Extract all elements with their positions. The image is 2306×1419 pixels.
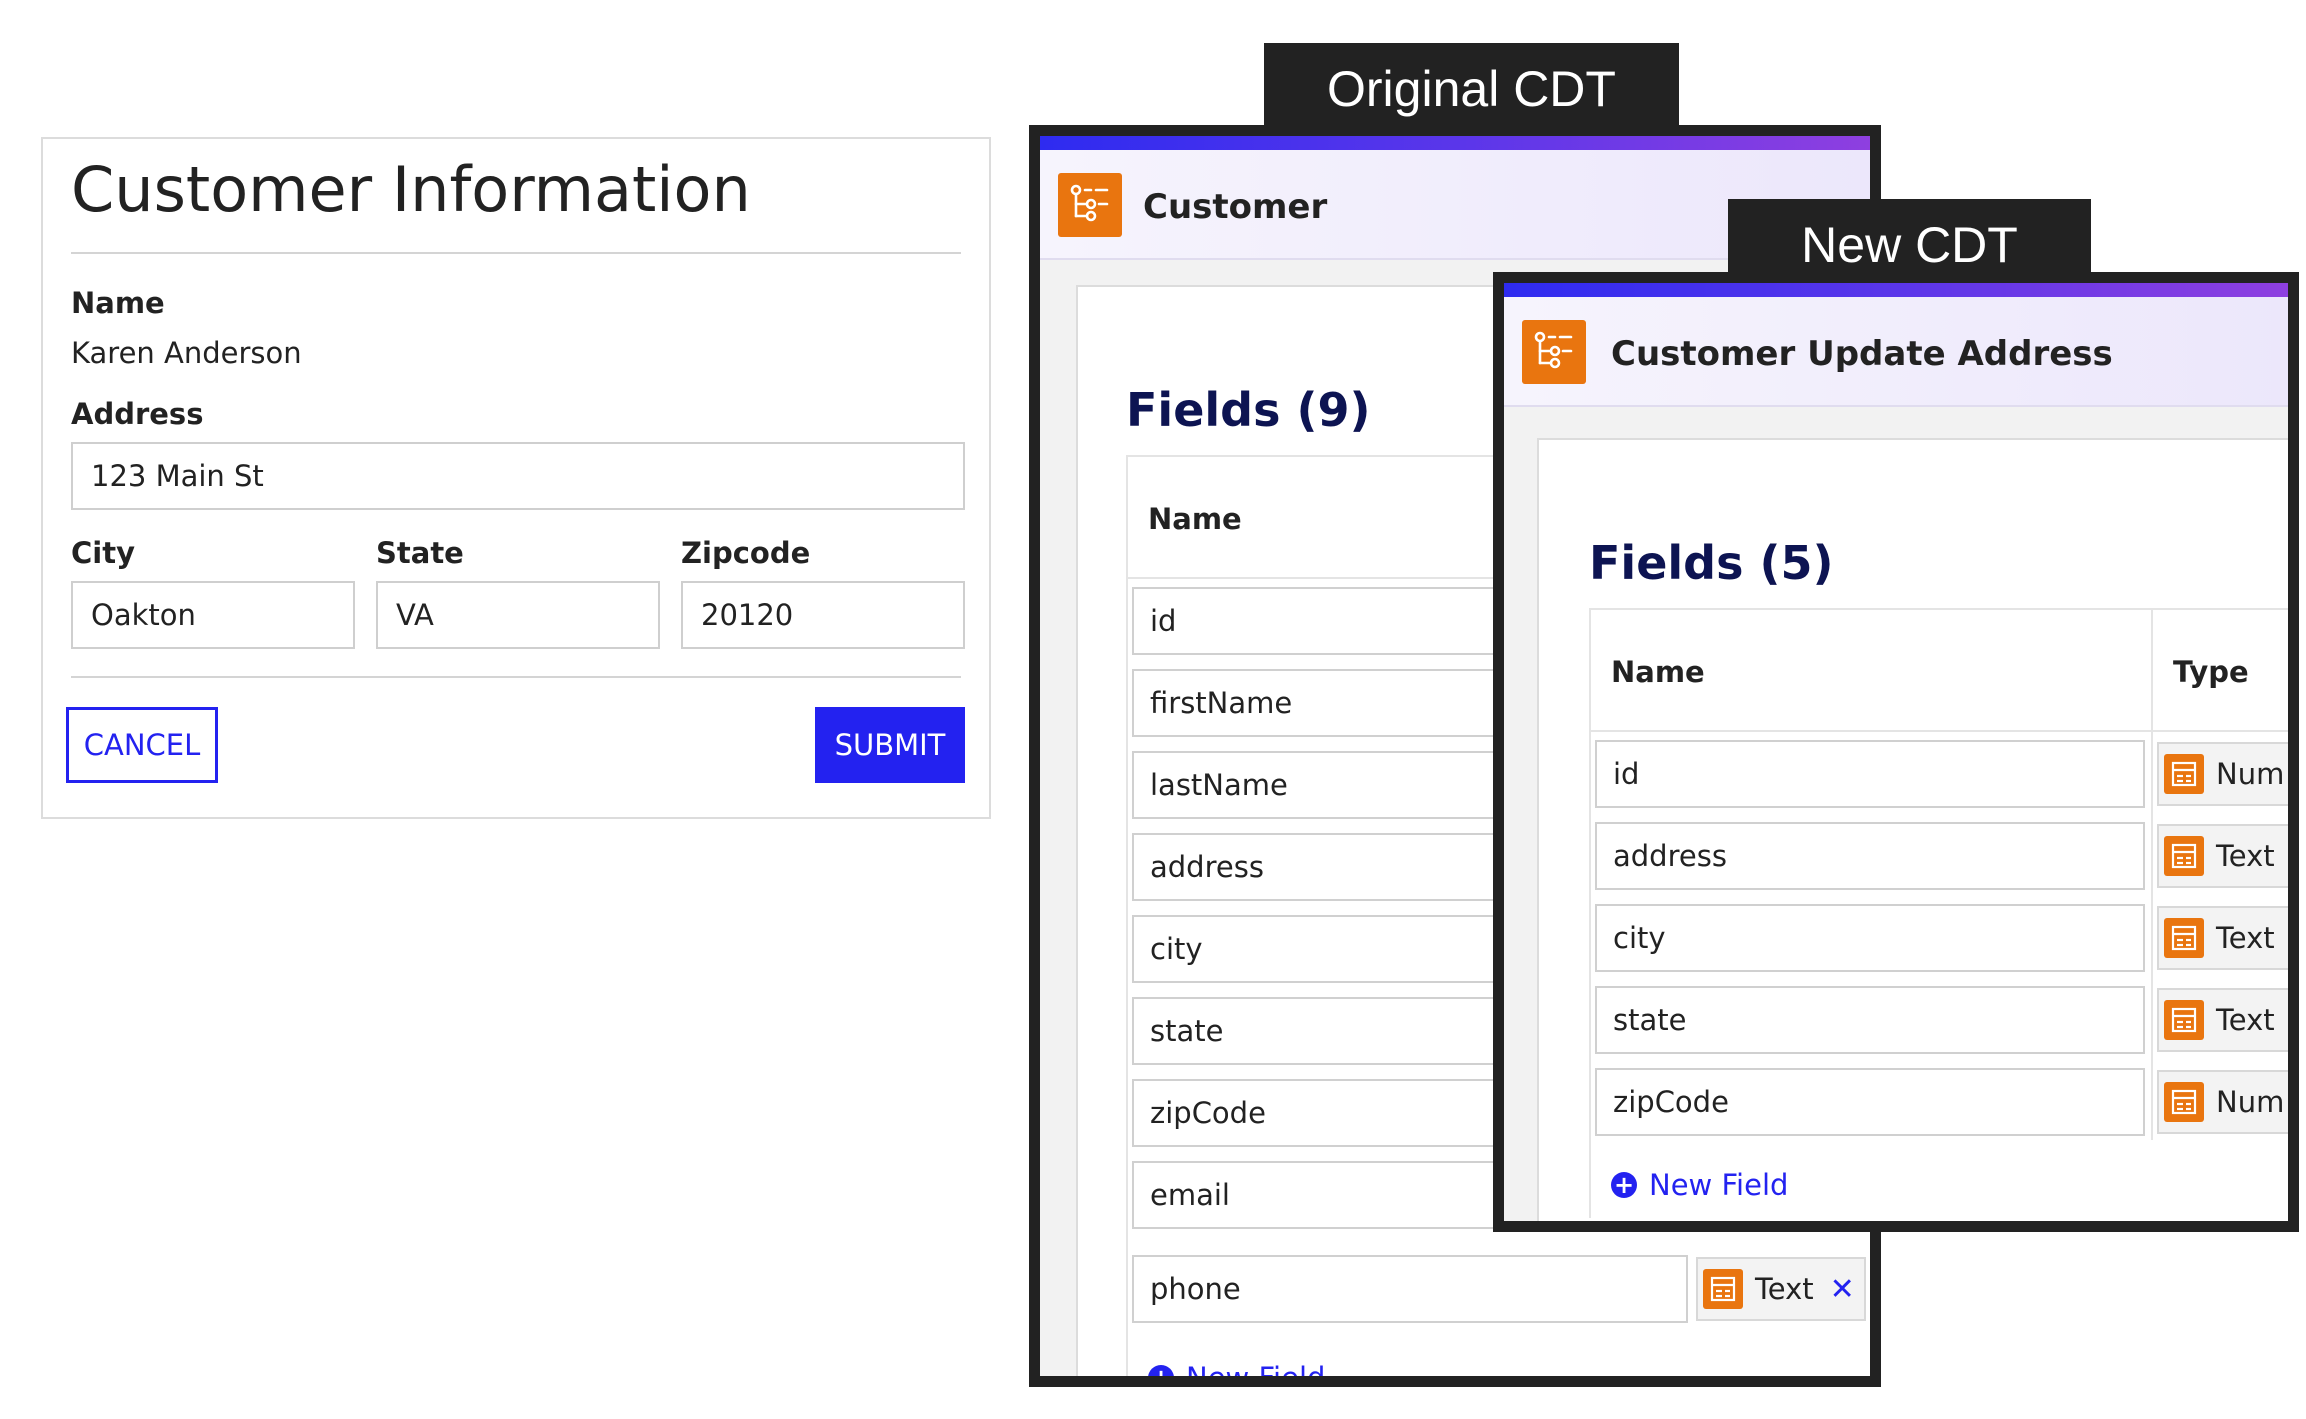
list-type-icon [2164, 754, 2204, 794]
field-type-text: Text [2216, 1003, 2275, 1037]
actions-divider [71, 676, 961, 678]
list-type-icon [2164, 918, 2204, 958]
field-type-chip[interactable]: Num [2157, 1070, 2288, 1134]
zipcode-label: Zipcode [681, 536, 811, 570]
field-type-text: Num [2216, 757, 2285, 791]
field-name-text: state [1613, 1003, 1687, 1037]
field-name-text: city [1150, 932, 1203, 966]
original-cdt-title: Customer [1143, 187, 1328, 227]
field-name-input[interactable]: address [1595, 822, 2145, 890]
original-fields-heading: Fields (9) [1126, 383, 1371, 437]
field-type-text: Num [2216, 1085, 2285, 1119]
customer-information-form: Customer Information Name Karen Anderson… [41, 137, 991, 819]
header-divider [1591, 730, 2288, 732]
field-name-input[interactable]: id [1595, 740, 2145, 808]
city-input[interactable]: Oakton [71, 581, 355, 649]
panel-accent-bar [1040, 136, 1870, 150]
field-type-text: Text [2216, 921, 2275, 955]
column-divider [2151, 610, 2153, 1140]
field-type-chip[interactable]: Text [2157, 906, 2288, 970]
field-name-text: email [1150, 1178, 1230, 1212]
zipcode-input[interactable]: 20120 [681, 581, 965, 649]
field-type-chip[interactable]: Text ✕ [1696, 1257, 1866, 1321]
new-cdt-body: Fields (5) Name Type id Num address Text cit… [1537, 438, 2288, 1221]
form-title: Customer Information [71, 153, 751, 226]
field-name-text: zipCode [1613, 1085, 1729, 1119]
field-name-text: id [1613, 757, 1640, 791]
address-label: Address [71, 397, 204, 431]
new-name-header: Name [1611, 655, 1705, 689]
data-type-tree-icon [1522, 320, 1586, 384]
panel-accent-bar [1504, 283, 2288, 297]
submit-button[interactable]: SUBMIT [815, 707, 965, 783]
field-name-input[interactable]: city [1595, 904, 2145, 972]
field-name-input[interactable]: phone [1132, 1255, 1688, 1323]
new-field-label: New Field [1186, 1361, 1326, 1387]
new-field-link[interactable]: + New Field [1148, 1361, 1326, 1387]
field-name-text: address [1150, 850, 1264, 884]
field-type-text: Text [1755, 1272, 1814, 1306]
list-type-icon [2164, 836, 2204, 876]
title-divider [71, 252, 961, 254]
name-label: Name [71, 286, 165, 320]
field-name-text: zipCode [1150, 1096, 1266, 1130]
list-type-icon [2164, 1082, 2204, 1122]
new-cdt-panel: Customer Update Address Fields (5) Name … [1493, 272, 2299, 1232]
field-name-input[interactable]: state [1595, 986, 2145, 1054]
field-name-text: firstName [1150, 686, 1293, 720]
field-name-text: state [1150, 1014, 1224, 1048]
new-cdt-header: Customer Update Address [1504, 297, 2288, 407]
name-value: Karen Anderson [71, 336, 302, 370]
field-type-chip[interactable]: Num [2157, 742, 2288, 806]
city-label: City [71, 536, 135, 570]
list-type-icon [1703, 1269, 1743, 1309]
list-type-icon [2164, 1000, 2204, 1040]
new-cdt-title: Customer Update Address [1611, 334, 2113, 374]
field-name-text: phone [1150, 1272, 1241, 1306]
close-icon[interactable]: ✕ [1830, 1272, 1855, 1307]
data-type-tree-icon [1058, 173, 1122, 237]
field-type-chip[interactable]: Text [2157, 824, 2288, 888]
field-name-text: id [1150, 604, 1177, 638]
new-fields-table: Name Type id Num address Text city Text state T… [1589, 608, 2288, 1218]
state-input[interactable]: VA [376, 581, 660, 649]
cancel-button[interactable]: CANCEL [66, 707, 218, 783]
field-name-text: city [1613, 921, 1666, 955]
state-label: State [376, 536, 464, 570]
field-name-input[interactable]: zipCode [1595, 1068, 2145, 1136]
address-input[interactable]: 123 Main St [71, 442, 965, 510]
field-type-chip[interactable]: Text [2157, 988, 2288, 1052]
new-type-header: Type [2173, 655, 2249, 689]
original-name-header: Name [1148, 502, 1242, 536]
new-field-link[interactable]: + New Field [1611, 1168, 1788, 1202]
original-cdt-tab: Original CDT [1264, 43, 1679, 135]
field-type-text: Text [2216, 839, 2275, 873]
plus-circle-icon: + [1611, 1172, 1637, 1198]
new-field-label: New Field [1649, 1168, 1789, 1202]
field-name-text: lastName [1150, 768, 1288, 802]
field-name-text: address [1613, 839, 1727, 873]
new-fields-heading: Fields (5) [1589, 536, 1834, 590]
plus-circle-icon: + [1148, 1365, 1174, 1376]
